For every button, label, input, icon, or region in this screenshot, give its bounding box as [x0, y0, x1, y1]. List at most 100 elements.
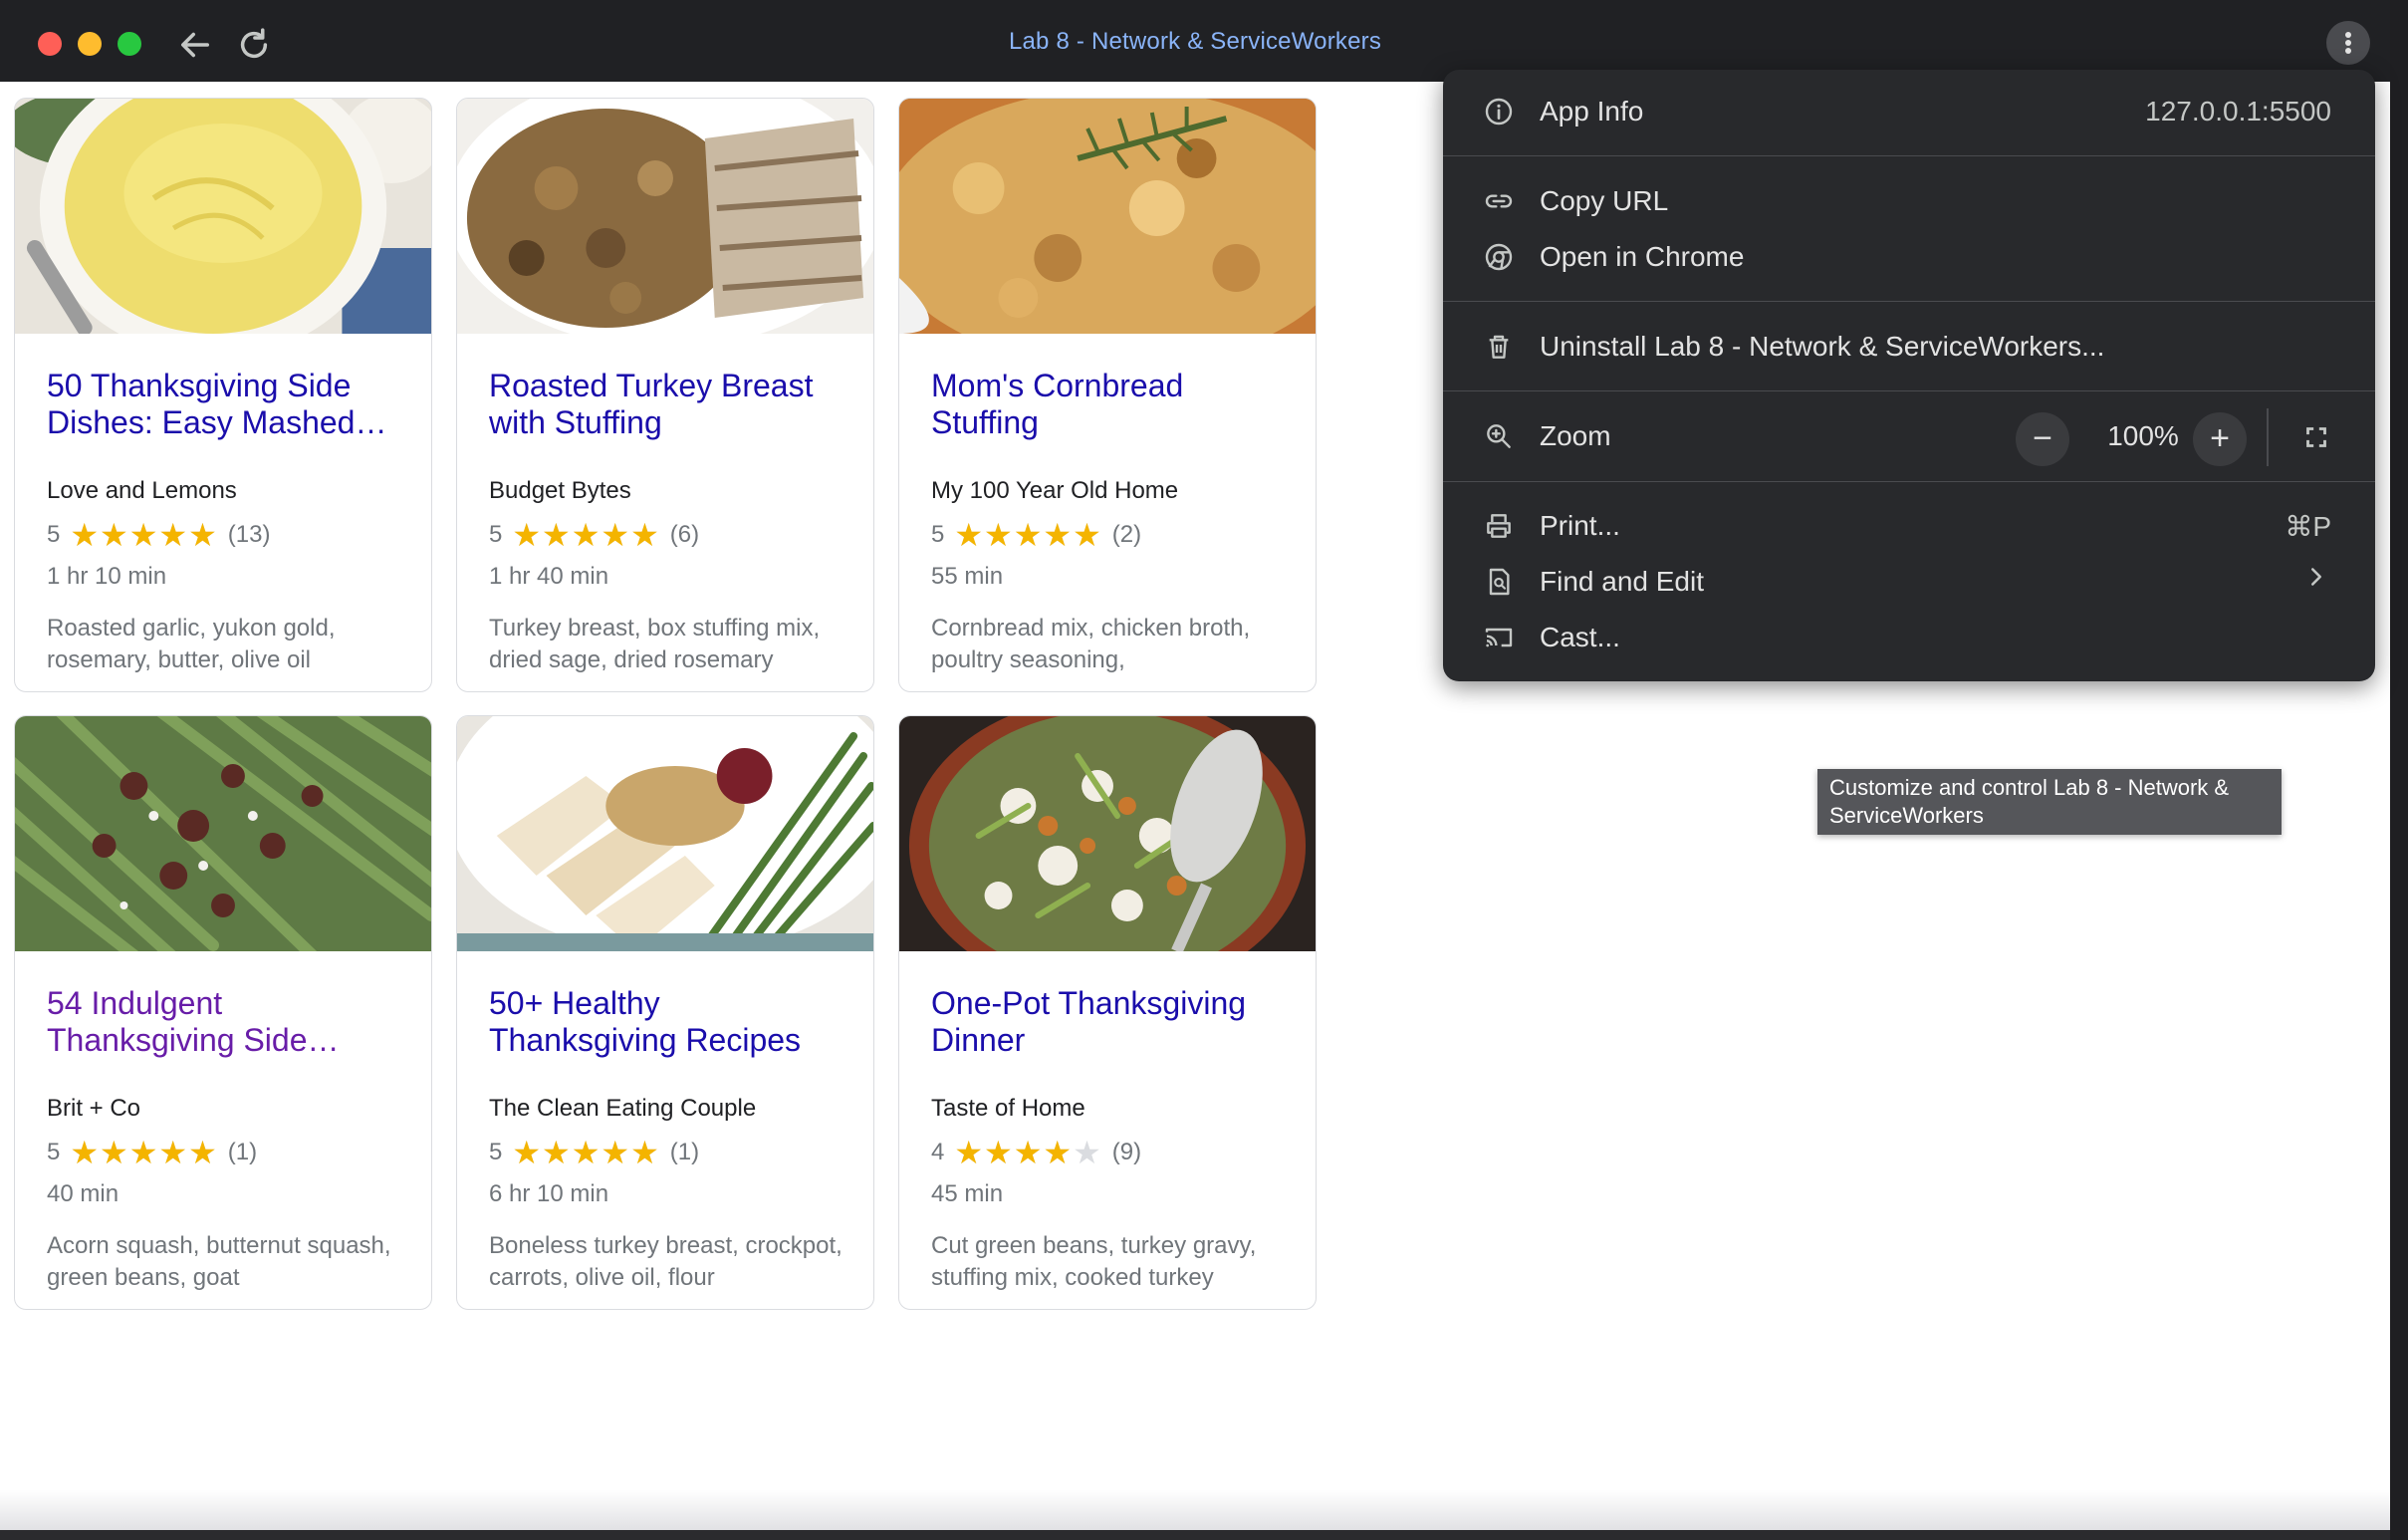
recipe-ingredients: Turkey breast, box stuffing mix, dried s… [489, 615, 821, 673]
link-icon [1483, 185, 1515, 217]
rating-count: (13) [227, 521, 271, 548]
recipe-title-link[interactable]: 54 Indulgent Thanksgiving Side… [47, 985, 407, 1059]
recipe-ingredients: Roasted garlic, yukon gold, rosemary, bu… [47, 615, 336, 673]
rating-count: (1) [669, 1139, 700, 1165]
recipe-title-link[interactable]: Roasted Turkey Breast with Stuffing [489, 368, 849, 441]
recipe-rating: 5 ★★★★★ ★★★★★ (13) [47, 519, 270, 551]
recipe-image-mashed-potatoes [15, 99, 431, 334]
star-icon: ★★★★★ [70, 519, 218, 551]
window-title: Lab 8 - Network & ServiceWorkers [1008, 28, 1382, 55]
recipe-time: 1 hr 40 min [489, 563, 609, 590]
page-bottom-shadow [0, 1490, 2390, 1530]
print-shortcut: ⌘P [2285, 511, 2331, 542]
rating-value: 5 [931, 521, 945, 548]
chrome-icon [1483, 241, 1515, 273]
recipe-time: 40 min [47, 1180, 120, 1207]
recipe-ingredients: Acorn squash, butternut squash, green be… [47, 1232, 391, 1291]
rating-value: 5 [47, 1139, 61, 1165]
trash-icon [1483, 331, 1515, 363]
rating-count: (9) [1111, 1139, 1142, 1165]
recipe-ingredients: Cornbread mix, chicken broth, poultry se… [931, 615, 1251, 673]
app-menu-button[interactable] [2326, 21, 2370, 65]
menu-cast[interactable]: Cast... [1443, 610, 2375, 665]
star-icon: ★★★★★ [512, 1137, 660, 1168]
menu-zoom: Zoom − 100% + [1443, 408, 2375, 466]
recipe-card[interactable]: 50 Thanksgiving Side Dishes: Easy Mashed… [14, 98, 432, 692]
recipe-card[interactable]: One-Pot Thanksgiving Dinner Taste of Hom… [898, 715, 1317, 1310]
recipe-rating: 4 ★★★★★★★★★★ (9) [931, 1137, 1141, 1168]
recipe-card[interactable]: 50+ Healthy Thanksgiving Recipes The Cle… [456, 715, 874, 1310]
recipe-title-link[interactable]: Mom's Cornbread Stuffing [931, 368, 1292, 441]
menu-separator [1443, 155, 2375, 156]
rating-value: 4 [931, 1139, 945, 1165]
recipe-time: 6 hr 10 min [489, 1180, 609, 1207]
cast-icon [1483, 622, 1515, 653]
recipe-rating: 5 ★★★★★ ★★★★★ (1) [489, 1137, 699, 1168]
menu-app-info-label: App Info [1540, 96, 1644, 127]
menu-separator [1443, 301, 2375, 302]
menu-cast-label: Cast... [1540, 622, 1620, 652]
recipe-source: Taste of Home [931, 1095, 1085, 1122]
star-icon: ★★★★★ [70, 1137, 218, 1168]
print-icon [1483, 510, 1515, 542]
menu-find-and-edit[interactable]: Find and Edit [1443, 554, 2375, 610]
rating-value: 5 [489, 521, 503, 548]
find-page-icon [1483, 566, 1515, 598]
menu-uninstall[interactable]: Uninstall Lab 8 - Network & ServiceWorke… [1443, 319, 2375, 375]
rating-count: (2) [1111, 521, 1142, 548]
recipe-rating: 5 ★★★★★ ★★★★★ (1) [47, 1137, 257, 1168]
chevron-right-icon [2301, 562, 2331, 599]
zoom-icon [1483, 420, 1515, 452]
info-icon [1483, 96, 1515, 128]
star-icon: ★★★★★ [954, 519, 1102, 551]
menu-zoom-label: Zoom [1540, 420, 1611, 451]
zoom-level: 100% [2107, 420, 2179, 451]
menu-print[interactable]: Print... ⌘P [1443, 498, 2375, 554]
zoom-out-button[interactable]: − [2016, 412, 2069, 466]
recipe-image-cornbread-stuffing [899, 99, 1316, 334]
recipe-source: Brit + Co [47, 1095, 141, 1122]
more-vert-icon [2345, 32, 2351, 38]
recipe-time: 45 min [931, 1180, 1004, 1207]
menu-app-info[interactable]: App Info 127.0.0.1:5500 [1443, 84, 2375, 139]
menu-separator [1443, 481, 2375, 482]
app-menu: App Info 127.0.0.1:5500 Copy URL Open in… [1443, 70, 2375, 681]
recipe-image-one-pot-dinner [899, 716, 1316, 951]
rating-count: (6) [669, 521, 700, 548]
zoom-in-button[interactable]: + [2193, 412, 2247, 466]
recipe-title-link[interactable]: One-Pot Thanksgiving Dinner [931, 985, 1292, 1059]
rating-count: (1) [227, 1139, 258, 1165]
star-rating: ★★★★★★★★★★ [70, 1135, 218, 1170]
menu-copy-url-label: Copy URL [1540, 185, 1669, 216]
recipe-ingredients: Boneless turkey breast, crockpot, carrot… [489, 1232, 843, 1291]
star-rating: ★★★★★★★★★★ [70, 517, 218, 553]
menu-open-in-chrome[interactable]: Open in Chrome [1443, 229, 2375, 285]
window-edge [2390, 0, 2408, 1540]
menu-print-label: Print... [1540, 510, 1620, 541]
fullscreen-icon[interactable] [2299, 420, 2333, 454]
menu-find-and-edit-label: Find and Edit [1540, 566, 1704, 597]
star-rating: ★★★★★★★★★★ [954, 517, 1102, 553]
star-icon: ★★★★★ [954, 1137, 1074, 1168]
recipe-time: 1 hr 10 min [47, 563, 167, 590]
recipe-image-green-beans [15, 716, 431, 951]
menu-open-in-chrome-label: Open in Chrome [1540, 241, 1745, 272]
recipe-rating: 5 ★★★★★ ★★★★★ (6) [489, 519, 699, 551]
star-rating: ★★★★★★★★★★ [512, 517, 660, 553]
recipe-title-link[interactable]: 50+ Healthy Thanksgiving Recipes [489, 985, 849, 1059]
recipe-card[interactable]: Mom's Cornbread Stuffing My 100 Year Old… [898, 98, 1317, 692]
recipe-image-turkey-plate [457, 716, 873, 951]
star-rating: ★★★★★★★★★★ [512, 1135, 660, 1170]
rating-value: 5 [47, 521, 61, 548]
recipe-ingredients: Cut green beans, turkey gravy, stuffing … [931, 1232, 1257, 1291]
recipe-image-turkey-stuffing [457, 99, 873, 334]
recipe-card[interactable]: Roasted Turkey Breast with Stuffing Budg… [456, 98, 874, 692]
recipe-card[interactable]: 54 Indulgent Thanksgiving Side… Brit + C… [14, 715, 432, 1310]
recipe-rating: 5 ★★★★★ ★★★★★ (2) [931, 519, 1141, 551]
menu-uninstall-label: Uninstall Lab 8 - Network & ServiceWorke… [1540, 331, 2105, 362]
recipe-title-link[interactable]: 50 Thanksgiving Side Dishes: Easy Mashed… [47, 368, 407, 441]
recipe-source: Budget Bytes [489, 477, 631, 504]
zoom-divider [2267, 408, 2269, 466]
recipe-time: 55 min [931, 563, 1004, 590]
menu-copy-url[interactable]: Copy URL [1443, 173, 2375, 229]
